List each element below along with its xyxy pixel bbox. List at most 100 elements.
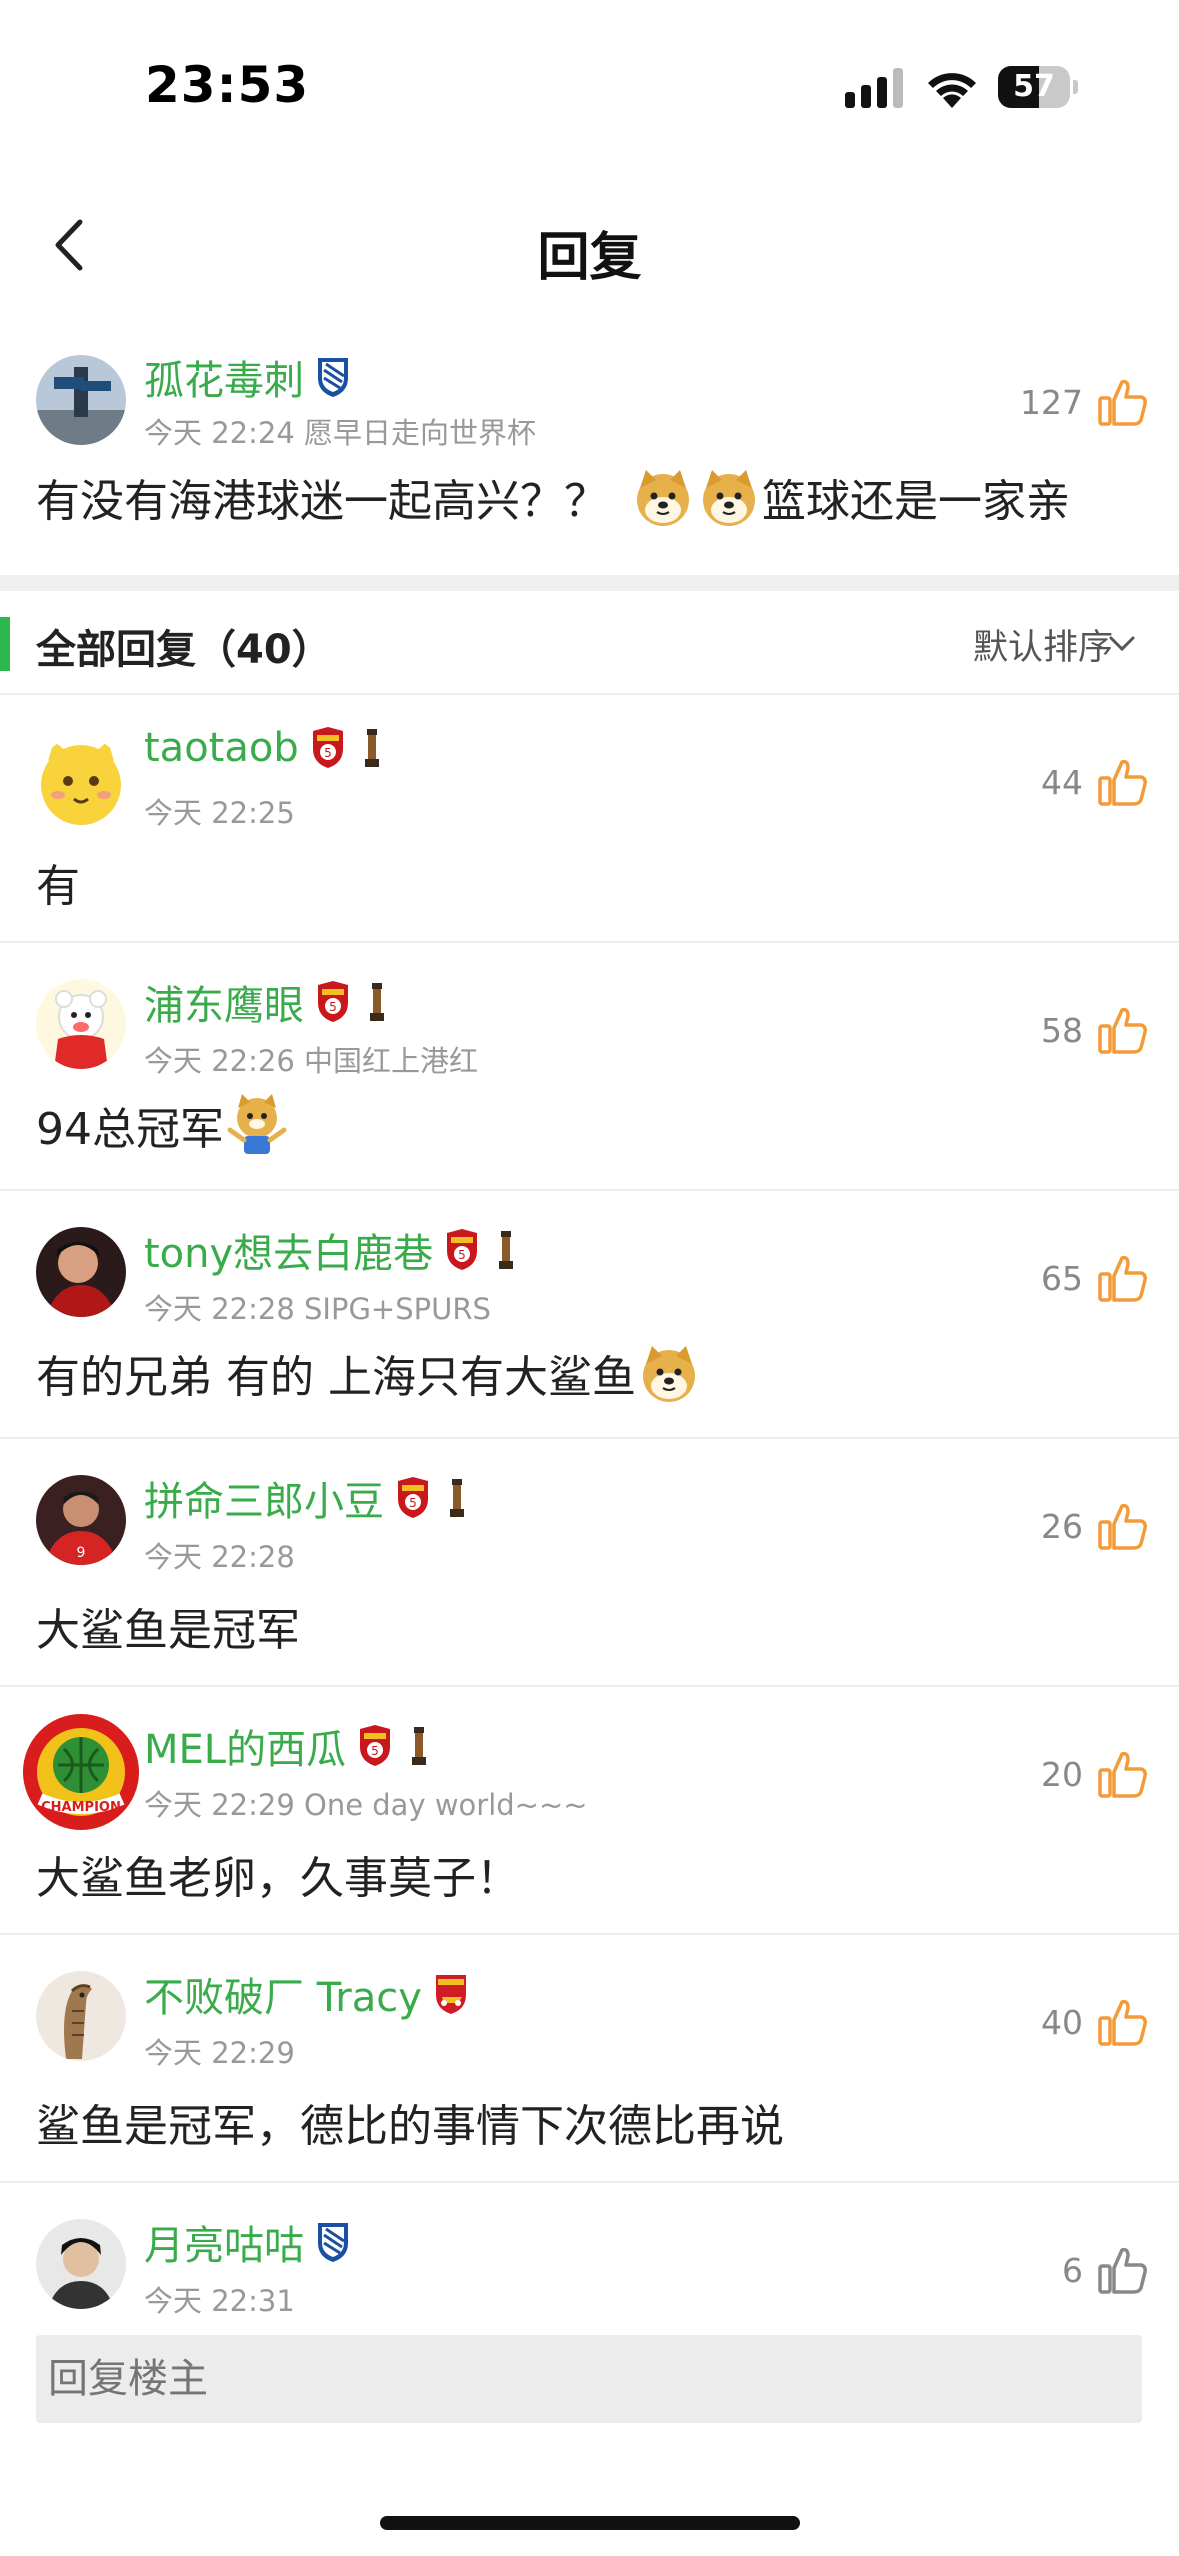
username[interactable]: tony想去白鹿巷	[144, 1221, 433, 1279]
thumbs-up-icon	[1098, 759, 1147, 806]
username[interactable]: 拼命三郎小豆	[144, 1469, 384, 1527]
username[interactable]: MEL的西瓜	[144, 1717, 346, 1775]
reply-item: 不败破厂 Tracy 今天 22:29 40 鲨鱼是冠军，德比的事情下次德比再说	[0, 1935, 1179, 2183]
reply-text: 鲨鱼是冠军，德比的事情下次德比再说	[36, 2101, 784, 2152]
like-count: 58	[1041, 1010, 1083, 1050]
avatar[interactable]	[36, 1971, 126, 2061]
home-indicator[interactable]	[380, 2516, 800, 2530]
reply-item: taotaob 5 今天 22:25 44 有	[0, 695, 1179, 943]
thumbs-up-icon	[1098, 1503, 1147, 1550]
svg-text:CHAMPION: CHAMPION	[41, 1800, 121, 1815]
shanghai-shenhua-badge-icon	[318, 2223, 348, 2262]
dancing-doge-emoji-icon	[227, 1094, 287, 1154]
reply-item: 月亮咕咕 今天 22:31 6	[0, 2183, 1179, 2333]
avatar[interactable]: 9	[36, 1475, 126, 1565]
like-count: 127	[1020, 382, 1083, 422]
username[interactable]: 浦东鹰眼	[144, 973, 304, 1031]
reply-input[interactable]	[36, 2335, 1142, 2423]
shanghai-port-badge-icon: 5	[447, 1229, 478, 1270]
reply-item: CHAMPION MEL的西瓜 5 今天 22:29 One day world…	[0, 1687, 1179, 1935]
reply-meta: 今天 22:29 One day world~~~	[144, 1788, 588, 1822]
like-button[interactable]: 6	[1062, 2242, 1149, 2298]
reply-meta: 今天 22:25	[144, 796, 295, 830]
post-text: 有没有海港球迷一起高兴？？ 篮球还是一家亲	[36, 465, 1070, 529]
svg-text:5: 5	[409, 1496, 417, 1510]
section-accent-bar	[0, 617, 10, 671]
reply-meta: 今天 22:28 SIPG+SPURS	[144, 1292, 491, 1326]
arsenal-badge-icon	[435, 1975, 466, 2014]
reply-page: 23:53 57 回复 孤花毒刺 今天 22:24 愿早日走向世界杯 127 有…	[0, 0, 1179, 2556]
like-button[interactable]: 40	[1041, 1994, 1149, 2050]
doge-emoji-icon	[703, 470, 755, 526]
svg-text:5: 5	[324, 746, 332, 760]
trophy-icon	[370, 983, 384, 1021]
doge-emoji-icon	[637, 470, 689, 526]
avatar[interactable]	[36, 979, 126, 1069]
reply-text: 大鲨鱼老卵，久事莫子！	[36, 1853, 520, 1904]
like-count: 65	[1041, 1258, 1083, 1298]
shanghai-port-badge-icon: 5	[312, 727, 343, 768]
page-title: 回复	[537, 228, 642, 288]
like-count: 44	[1041, 762, 1083, 802]
chevron-down-icon[interactable]	[1107, 633, 1137, 655]
reply-meta: 今天 22:31	[144, 2284, 295, 2318]
username[interactable]: 孤花毒刺	[144, 348, 304, 406]
reply-text: 有的兄弟 有的 上海只有大鲨鱼	[36, 1341, 702, 1405]
battery-level: 57	[1013, 69, 1055, 104]
username[interactable]: taotaob	[144, 725, 299, 771]
trophy-icon	[364, 729, 379, 767]
svg-text:5: 5	[371, 1744, 379, 1758]
thumbs-up-icon	[1098, 1255, 1147, 1302]
shanghai-port-badge-icon: 5	[318, 981, 348, 1022]
replies-header: 全部回复（40） 默认排序	[0, 591, 1179, 695]
avatar[interactable]	[36, 2219, 126, 2309]
like-button[interactable]: 20	[1041, 1746, 1149, 1802]
username[interactable]: 月亮咕咕	[144, 2213, 304, 2271]
like-button[interactable]: 127	[1020, 374, 1149, 430]
like-button[interactable]: 58	[1041, 1002, 1149, 1058]
doge-emoji-icon	[642, 1346, 695, 1402]
battery-icon: 57	[998, 66, 1078, 108]
like-count: 20	[1041, 1754, 1083, 1794]
svg-text:5: 5	[458, 1248, 466, 1262]
reply-meta: 今天 22:29	[144, 2036, 295, 2070]
reply-meta: 今天 22:28	[144, 1540, 295, 1574]
like-button[interactable]: 26	[1041, 1498, 1149, 1554]
like-count: 26	[1041, 1506, 1083, 1546]
like-count: 6	[1062, 2250, 1083, 2290]
avatar[interactable]	[36, 355, 126, 445]
section-divider	[0, 575, 1179, 591]
thumbs-up-icon	[1098, 379, 1147, 426]
avatar[interactable]	[36, 737, 126, 827]
post-meta: 今天 22:24 愿早日走向世界杯	[144, 416, 537, 450]
reply-text: 94总冠军	[36, 1093, 290, 1157]
original-post: 孤花毒刺 今天 22:24 愿早日走向世界杯 127 有没有海港球迷一起高兴？？	[0, 340, 1179, 575]
trophy-icon	[499, 1231, 514, 1269]
shanghai-port-badge-icon: 5	[360, 1725, 391, 1766]
username[interactable]: 不败破厂 Tracy	[144, 1965, 422, 2023]
svg-text:9: 9	[77, 1545, 86, 1561]
reply-item: 浦东鹰眼 5 今天 22:26 中国红上港红 58 94总冠军	[0, 943, 1179, 1191]
thumbs-up-icon	[1098, 1751, 1147, 1798]
status-time: 23:53	[145, 56, 310, 114]
replies-count-title: 全部回复（40）	[36, 627, 332, 673]
wifi-icon	[928, 73, 976, 108]
thumbs-up-icon	[1098, 1999, 1147, 2046]
like-button[interactable]: 44	[1041, 754, 1149, 810]
nav-bar: 回复	[0, 170, 1179, 320]
svg-text:5: 5	[329, 1000, 337, 1014]
reply-text: 有	[36, 861, 80, 912]
shanghai-shenhua-badge-icon	[318, 358, 348, 397]
reply-text: 大鲨鱼是冠军	[36, 1605, 300, 1656]
trophy-icon	[450, 1479, 464, 1517]
like-button[interactable]: 65	[1041, 1250, 1149, 1306]
thumbs-up-icon	[1098, 1007, 1147, 1054]
reply-item: 9 拼命三郎小豆 5 今天 22:28 26 大鲨鱼是冠军	[0, 1439, 1179, 1687]
sort-button[interactable]: 默认排序	[973, 619, 1113, 670]
like-count: 40	[1041, 2002, 1083, 2042]
avatar[interactable]: CHAMPION	[22, 1713, 140, 1831]
cellular-signal-icon	[845, 68, 903, 108]
reply-meta: 今天 22:26 中国红上港红	[144, 1044, 479, 1078]
trophy-icon	[412, 1727, 427, 1765]
avatar[interactable]	[36, 1227, 126, 1317]
